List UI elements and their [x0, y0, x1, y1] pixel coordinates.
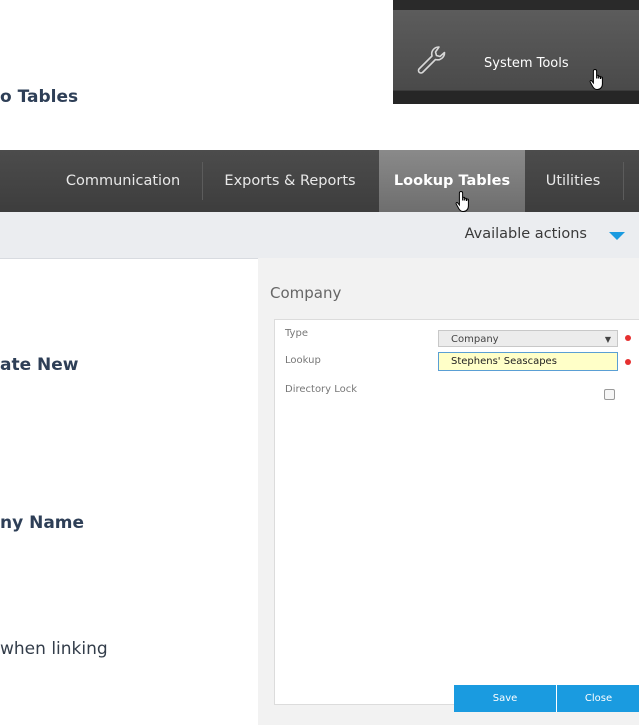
- doc-heading-lookup-tables: o Tables: [0, 87, 79, 107]
- save-button[interactable]: Save: [454, 685, 557, 712]
- tab-lookup-tables[interactable]: Lookup Tables: [379, 150, 525, 212]
- main-nav-bar: Communication Exports & Reports Lookup T…: [0, 150, 639, 212]
- tab-lookup-tables-label: Lookup Tables: [393, 173, 511, 189]
- tab-exports-reports-label: Exports & Reports: [224, 173, 356, 189]
- required-indicator: [625, 335, 631, 341]
- required-indicator: [625, 359, 631, 365]
- lookup-input-value: Stephens' Seascapes: [451, 356, 557, 367]
- nav-divider: [623, 162, 624, 200]
- system-tools-bottom-strip: [393, 91, 639, 104]
- tab-utilities-label: Utilities: [545, 173, 601, 189]
- hand-cursor-icon: [455, 190, 469, 212]
- tab-utilities[interactable]: Utilities: [527, 150, 619, 212]
- type-select[interactable]: Company ▼: [438, 330, 618, 347]
- doc-text-linking: when linking: [0, 639, 108, 659]
- available-actions-dropdown[interactable]: Available actions: [465, 226, 587, 242]
- caret-down-icon[interactable]: [609, 232, 625, 240]
- close-button[interactable]: Close: [557, 685, 639, 712]
- tab-communication[interactable]: Communication: [46, 150, 200, 212]
- system-tools-screenshot: System Tools: [393, 0, 639, 104]
- available-actions-bar: Available actions: [0, 212, 639, 259]
- tab-exports-reports[interactable]: Exports & Reports: [204, 150, 376, 212]
- lookup-input[interactable]: Stephens' Seascapes: [438, 352, 618, 371]
- tab-communication-label: Communication: [65, 173, 181, 189]
- directory-lock-checkbox[interactable]: [604, 389, 615, 400]
- hand-cursor-icon: [589, 68, 603, 90]
- panel-title: Company: [270, 284, 342, 302]
- system-tools-label: System Tools: [484, 56, 569, 71]
- type-label: Type: [285, 328, 308, 339]
- dropdown-arrow-icon: ▼: [604, 335, 611, 344]
- nav-divider: [202, 162, 203, 200]
- lookup-label: Lookup: [285, 355, 321, 366]
- doc-heading-company-name: ny Name: [0, 513, 85, 533]
- wrench-icon: [417, 46, 446, 74]
- company-form: Type Company ▼ Lookup Stephens' Seascape…: [274, 319, 639, 712]
- doc-heading-create-new: ate New: [0, 355, 79, 375]
- company-panel: Company Type Company ▼ Lookup Stephens' …: [258, 258, 639, 725]
- type-select-value: Company: [451, 334, 499, 345]
- system-tools-top-strip: [393, 0, 639, 10]
- directory-lock-label: Directory Lock: [285, 384, 358, 395]
